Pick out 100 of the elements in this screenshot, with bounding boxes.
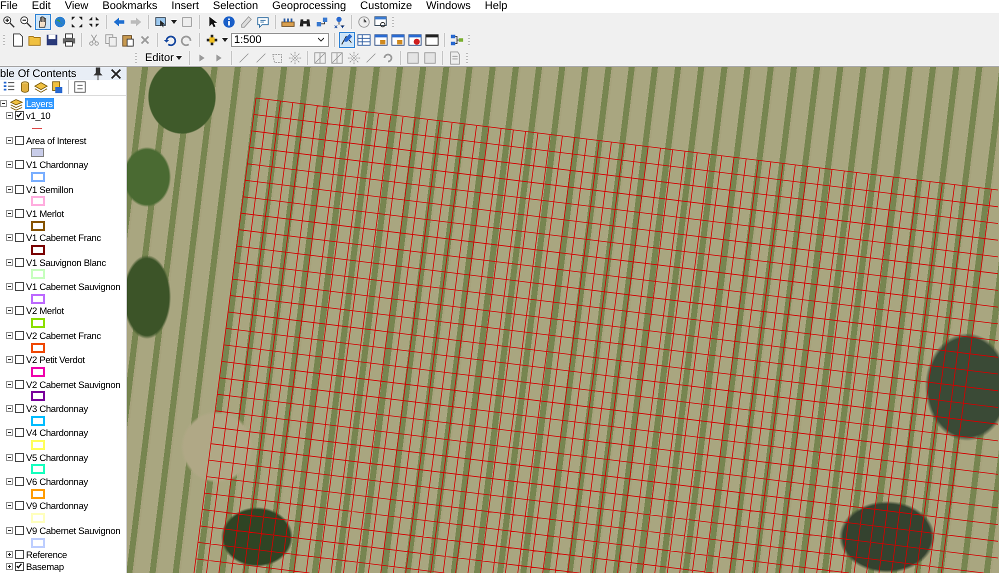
- close-icon[interactable]: [109, 67, 123, 80]
- menu-item[interactable]: Help: [478, 0, 514, 13]
- checkbox[interactable]: [15, 477, 24, 486]
- back-arrow-icon[interactable]: [112, 15, 126, 29]
- window-plain-icon[interactable]: [425, 33, 439, 47]
- collapse-icon[interactable]: [6, 112, 13, 120]
- layer-name[interactable]: V9 Cabernet Sauvignon: [26, 524, 120, 536]
- expand-icon[interactable]: [6, 563, 13, 570]
- expand-icon[interactable]: [6, 551, 13, 558]
- layer-name[interactable]: V5 Chardonnay: [26, 452, 88, 463]
- checkbox[interactable]: [15, 282, 24, 292]
- layer-name[interactable]: Area of Interest: [26, 134, 86, 146]
- layer-name[interactable]: V1 Cabernet Franc: [26, 232, 101, 244]
- scale-combobox[interactable]: 1:500: [231, 33, 329, 47]
- layer-name[interactable]: V9 Chardonnay: [26, 500, 88, 512]
- layer-name[interactable]: V1 Cabernet Sauvignon: [26, 281, 120, 292]
- layer-name[interactable]: V3 Chardonnay: [26, 402, 88, 414]
- hand-icon[interactable]: [36, 15, 50, 29]
- source-icon[interactable]: [50, 80, 64, 94]
- zoom-out-icon[interactable]: [19, 15, 33, 29]
- checkbox[interactable]: [15, 233, 24, 242]
- checkbox[interactable]: [15, 550, 24, 560]
- window-icon[interactable]: [374, 33, 388, 47]
- checkbox[interactable]: [15, 136, 24, 145]
- caret-icon[interactable]: [222, 37, 228, 43]
- scale-field[interactable]: 1:500: [234, 34, 318, 46]
- collapse-icon[interactable]: [6, 186, 13, 193]
- checkbox[interactable]: [15, 160, 24, 170]
- undo-icon[interactable]: [163, 33, 177, 47]
- layer-name[interactable]: v1_10: [26, 110, 50, 122]
- layer-name[interactable]: V2 Merlot: [26, 305, 64, 316]
- collapse-icon[interactable]: [6, 404, 13, 412]
- checkbox[interactable]: [15, 501, 24, 510]
- collapse-icon[interactable]: [6, 283, 13, 290]
- layer-name[interactable]: Reference: [26, 549, 68, 560]
- xy-pin-icon[interactable]: [332, 15, 346, 29]
- zoom-in-icon[interactable]: [2, 15, 16, 29]
- collapse-icon[interactable]: [0, 100, 7, 108]
- checkbox[interactable]: [15, 355, 24, 364]
- menu-item[interactable]: Insert: [164, 0, 206, 13]
- folder-icon[interactable]: [28, 33, 42, 47]
- pin-icon[interactable]: [91, 67, 105, 80]
- layer-name[interactable]: V6 Chardonnay: [26, 476, 88, 488]
- checkbox[interactable]: [15, 562, 24, 572]
- checkbox[interactable]: [15, 306, 24, 316]
- new-document-icon[interactable]: [11, 33, 25, 47]
- select-box-icon[interactable]: [154, 15, 168, 29]
- paste-icon[interactable]: [121, 33, 135, 47]
- editor-menu-button[interactable]: Editor: [143, 52, 184, 64]
- dropdown-caret-icon[interactable]: [318, 37, 324, 43]
- checkbox[interactable]: [15, 184, 24, 194]
- menu-item[interactable]: Geoprocessing: [265, 0, 354, 13]
- collapse-icon[interactable]: [6, 478, 13, 486]
- checkbox[interactable]: [15, 452, 24, 462]
- checkbox[interactable]: [15, 208, 24, 218]
- database-icon[interactable]: [18, 80, 32, 94]
- menu-item[interactable]: Windows: [419, 0, 478, 13]
- collapse-icon[interactable]: [6, 332, 13, 339]
- collapse-icon[interactable]: [6, 136, 13, 144]
- checkbox[interactable]: [15, 404, 24, 413]
- caret-icon[interactable]: [171, 19, 177, 25]
- add-plus-icon[interactable]: [205, 33, 219, 47]
- collapse-icon[interactable]: [6, 454, 13, 461]
- window-icon[interactable]: [391, 33, 405, 47]
- layer-stack-icon[interactable]: [34, 80, 48, 94]
- collapse-icon[interactable]: [6, 429, 13, 436]
- info-icon[interactable]: [222, 15, 236, 29]
- layer-name[interactable]: V2 Petit Verdot: [26, 354, 85, 366]
- collapse-icon[interactable]: [6, 502, 13, 510]
- layer-name[interactable]: V1 Merlot: [26, 208, 64, 219]
- save-icon[interactable]: [45, 33, 59, 47]
- layer-name[interactable]: Basemap: [26, 561, 64, 572]
- speech-bubble-icon[interactable]: [256, 15, 270, 29]
- model-icon[interactable]: [450, 33, 464, 47]
- layer-name[interactable]: V1 Chardonnay: [26, 159, 88, 170]
- layer-name[interactable]: V1 Sauvignon Blanc: [26, 256, 106, 268]
- menu-item[interactable]: Customize: [353, 0, 420, 13]
- collapse-icon[interactable]: [6, 234, 13, 242]
- connected-boxes-icon[interactable]: [315, 15, 329, 29]
- menu-item[interactable]: Edit: [24, 0, 58, 13]
- checkbox[interactable]: [15, 111, 24, 120]
- collapse-icon[interactable]: [6, 258, 13, 266]
- layer-name[interactable]: V4 Chardonnay: [26, 427, 88, 438]
- collapse-arrows-icon[interactable]: [87, 15, 101, 29]
- options-icon[interactable]: [73, 80, 87, 94]
- collapse-icon[interactable]: [6, 161, 13, 168]
- collapse-icon[interactable]: [6, 380, 13, 388]
- collapse-icon[interactable]: [6, 210, 13, 217]
- layers-icon[interactable]: [9, 96, 23, 111]
- collapse-icon[interactable]: [6, 526, 13, 534]
- checkbox[interactable]: [15, 380, 24, 389]
- checkbox[interactable]: [15, 258, 24, 267]
- expand-arrows-icon[interactable]: [70, 15, 84, 29]
- collapse-icon[interactable]: [6, 356, 13, 364]
- checkbox[interactable]: [15, 526, 24, 535]
- menu-item[interactable]: File: [0, 0, 25, 13]
- window-magnifier-icon[interactable]: [374, 15, 388, 29]
- checkbox[interactable]: [15, 428, 24, 438]
- dashed-star-icon[interactable]: [346, 50, 361, 64]
- menu-item[interactable]: View: [58, 0, 96, 13]
